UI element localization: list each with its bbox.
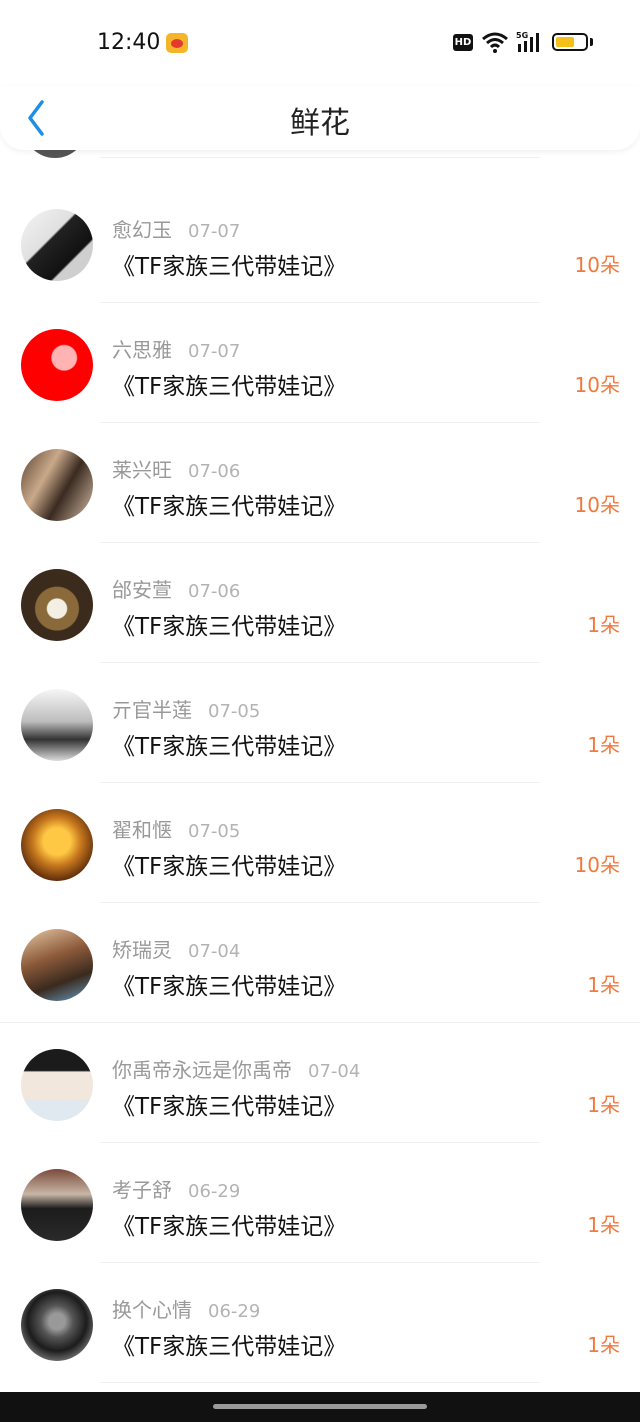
flower-count: 10朵 [574,373,620,397]
divider [100,1382,540,1383]
book-title: 《TF家族三代带娃记》 [112,1334,347,1360]
gift-date: 06-29 [188,1181,241,1202]
user-name: 亓官半莲 07-05 [112,698,261,722]
user-name: 莱兴旺 07-06 [112,458,241,482]
list-item[interactable]: 你禹帝永远是你禹帝 07-04 《TF家族三代带娃记》 1朵 [0,1023,640,1143]
avatar[interactable] [21,569,93,641]
user-name: 换个心情 06-29 [112,1298,261,1322]
page-title: 鲜花 [290,106,350,141]
user-name: 矫瑞灵 07-04 [112,938,241,962]
list-item[interactable]: 考子舒 06-29 《TF家族三代带娃记》 1朵 [0,1143,640,1263]
user-name: 考子舒 06-29 [112,1178,241,1202]
flower-count: 1朵 [587,973,620,997]
list-item[interactable]: 六思雅 07-07 《TF家族三代带娃记》 10朵 [0,303,640,423]
weibo-notification-icon [166,33,188,53]
list-item[interactable]: 换个心情 06-29 《TF家族三代带娃记》 1朵 [0,1263,640,1383]
avatar[interactable] [21,689,93,761]
avatar[interactable] [21,1289,93,1361]
book-title: 《TF家族三代带娃记》 [112,1214,347,1240]
book-title: 《TF家族三代带娃记》 [112,854,347,880]
book-title: 《TF家族三代带娃记》 [112,374,347,400]
svg-text:5G: 5G [516,31,528,40]
flower-count: 1朵 [587,733,620,757]
battery-cap [590,38,593,46]
book-title: 《TF家族三代带娃记》 [112,254,347,280]
flower-count: 10朵 [574,253,620,277]
flower-count: 1朵 [587,613,620,637]
flower-count: 1朵 [587,1093,620,1117]
gift-date: 07-07 [188,221,241,242]
list-item-partial[interactable] [0,150,640,184]
battery-level [556,37,574,47]
avatar[interactable] [21,1169,93,1241]
list-item[interactable]: 愈幻玉 07-07 《TF家族三代带娃记》 10朵 [0,183,640,303]
gift-date: 07-05 [208,701,261,722]
flower-count: 10朵 [574,853,620,877]
user-name: 邰安萱 07-06 [112,578,241,602]
book-title: 《TF家族三代带娃记》 [112,614,347,640]
avatar[interactable] [21,449,93,521]
gift-date: 07-04 [308,1061,361,1082]
status-time: 12:40 [97,30,161,55]
avatar[interactable] [21,1049,93,1121]
list-item[interactable]: 亓官半莲 07-05 《TF家族三代带娃记》 1朵 [0,663,640,783]
navigation-bar [0,1392,640,1422]
flower-count: 1朵 [587,1333,620,1357]
battery-icon [552,33,588,51]
list-item[interactable]: 莱兴旺 07-06 《TF家族三代带娃记》 10朵 [0,423,640,543]
flower-count: 10朵 [574,493,620,517]
list-item[interactable]: 邰安萱 07-06 《TF家族三代带娃记》 1朵 [0,543,640,663]
gift-date: 07-04 [188,941,241,962]
status-bar: 12:40 HD 5G [0,0,640,86]
gift-date: 07-07 [188,341,241,362]
book-title: 《TF家族三代带娃记》 [112,734,347,760]
home-gesture-bar[interactable] [213,1404,427,1409]
user-name: 六思雅 07-07 [112,338,241,362]
user-name: 愈幻玉 07-07 [112,218,241,242]
avatar[interactable] [21,209,93,281]
avatar[interactable] [21,809,93,881]
gift-date: 07-06 [188,461,241,482]
avatar[interactable] [21,329,93,401]
nav-bar: 鲜花 [0,86,640,150]
flower-list: 愈幻玉 07-07 《TF家族三代带娃记》 10朵 六思雅 07-07 《TF家族三… [0,150,640,1392]
avatar [23,150,87,158]
list-item[interactable]: 翟和惬 07-05 《TF家族三代带娃记》 10朵 [0,783,640,903]
avatar[interactable] [21,929,93,1001]
hd-icon: HD [453,34,473,51]
book-title: 《TF家族三代带娃记》 [112,1094,347,1120]
signal-5g-icon: 5G [516,31,539,52]
gift-date: 06-29 [208,1301,261,1322]
flower-count: 1朵 [587,1213,620,1237]
divider [100,157,540,158]
user-name: 翟和惬 07-05 [112,818,241,842]
gift-date: 07-06 [188,581,241,602]
user-name: 你禹帝永远是你禹帝 07-04 [112,1058,361,1082]
gift-date: 07-05 [188,821,241,842]
book-title: 《TF家族三代带娃记》 [112,494,347,520]
list-item[interactable]: 矫瑞灵 07-04 《TF家族三代带娃记》 1朵 [0,903,640,1023]
wifi-icon [482,32,508,53]
book-title: 《TF家族三代带娃记》 [112,974,347,1000]
